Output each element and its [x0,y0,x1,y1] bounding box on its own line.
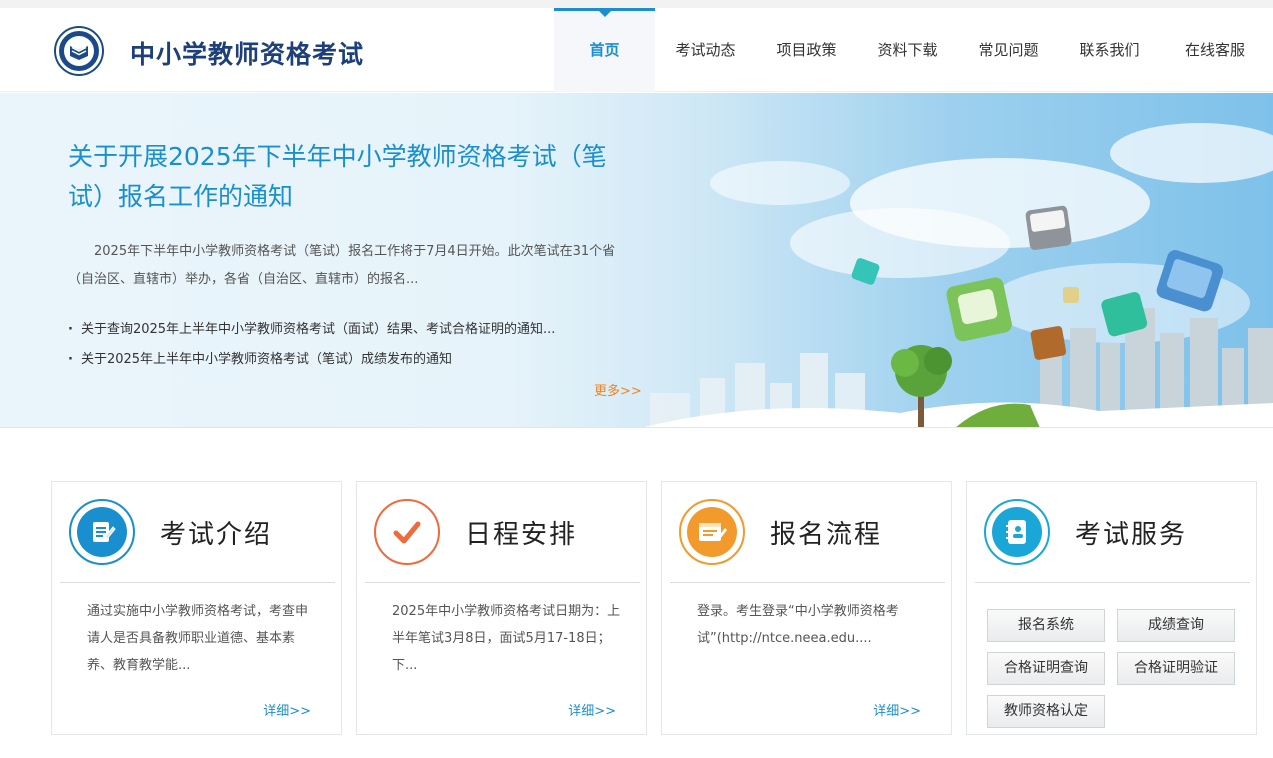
site-header: 中小学教师资格考试 首页 考试动态 项目政策 资料下载 常见问题 联系我们 在线… [0,8,1273,92]
headline-summary: 2025年下半年中小学教师资格考试（笔试）报名工作将于7月4日开始。此次笔试在3… [68,244,616,287]
card-description: 登录。考生登录“中小学教师资格考试”(http://ntce.neea.edu.… [697,604,899,646]
card-exam-intro: 考试介绍 通过实施中小学教师资格考试，考查申请人是否具备教师职业道德、基本素养、… [51,481,342,735]
registration-system-button[interactable]: 报名系统 [987,609,1105,642]
service-book-icon [984,499,1050,565]
teacher-qualification-button[interactable]: 教师资格认定 [987,695,1105,728]
nav-label: 考试动态 [675,41,736,59]
detail-link[interactable]: 详细>> [568,700,616,719]
detail-link[interactable]: 详细>> [263,700,311,719]
card-divider [365,582,640,583]
edit-document-icon [69,499,135,565]
nav-label: 首页 [589,41,620,59]
site-logo[interactable] [56,28,102,74]
checkmark-icon [374,499,440,565]
nav-faq[interactable]: 常见问题 [958,8,1059,92]
nav-downloads[interactable]: 资料下载 [857,8,958,92]
feature-cards: 考试介绍 通过实施中小学教师资格考试，考查申请人是否具备教师职业道德、基本素养、… [51,481,1257,735]
top-strip [0,0,1273,8]
card-description: 通过实施中小学教师资格考试，考查申请人是否具备教师职业道德、基本素养、教育教学能… [87,604,309,673]
news-list: 关于查询2025年上半年中小学教师资格考试（面试）结果、考试合格证明的通知...… [68,315,648,375]
certificate-query-button[interactable]: 合格证明查询 [987,652,1105,685]
card-title[interactable]: 报名流程 [770,514,882,551]
nav-exam-news[interactable]: 考试动态 [655,8,756,92]
card-exam-services: 考试服务 报名系统 成绩查询 合格证明查询 合格证明验证 教师资格认定 [966,481,1257,735]
card-description: 2025年中小学教师资格考试日期为：上半年笔试3月8日，面试5月17-18日；下… [392,604,621,673]
card-title[interactable]: 考试服务 [1075,514,1187,551]
nav-home[interactable]: 首页 [554,8,655,92]
card-title[interactable]: 日程安排 [465,514,577,551]
nav-policy[interactable]: 项目政策 [756,8,857,92]
card-divider [670,582,945,583]
news-item[interactable]: 关于2025年上半年中小学教师资格考试（笔试）成绩发布的通知 [68,345,648,375]
detail-link[interactable]: 详细>> [873,700,921,719]
nav-label: 项目政策 [776,41,837,59]
card-title[interactable]: 考试介绍 [160,514,272,551]
site-title[interactable]: 中小学教师资格考试 [130,35,364,71]
hero-banner: 关于开展2025年下半年中小学教师资格考试（笔试）报名工作的通知 2025年下半… [0,93,1273,428]
active-indicator-icon [597,10,612,17]
certificate-verify-button[interactable]: 合格证明验证 [1117,652,1235,685]
headline-news-link[interactable]: 关于开展2025年下半年中小学教师资格考试（笔试）报名工作的通知 [68,137,628,217]
registration-form-icon [679,499,745,565]
card-registration-process: 报名流程 登录。考生登录“中小学教师资格考试”(http://ntce.neea… [661,481,952,735]
score-query-button[interactable]: 成绩查询 [1117,609,1235,642]
book-emblem-icon [64,36,94,66]
more-news-link[interactable]: 更多>> [594,380,642,399]
main-nav: 首页 考试动态 项目政策 资料下载 常见问题 联系我们 在线客服 [554,8,1270,92]
nav-online-service[interactable]: 在线客服 [1160,8,1270,92]
nav-label: 常见问题 [978,41,1039,59]
nav-contact[interactable]: 联系我们 [1059,8,1160,92]
nav-label: 在线客服 [1184,41,1245,59]
nav-label: 资料下载 [877,41,938,59]
card-schedule: 日程安排 2025年中小学教师资格考试日期为：上半年笔试3月8日，面试5月17-… [356,481,647,735]
card-divider [60,582,335,583]
nav-label: 联系我们 [1079,41,1140,59]
card-divider [975,582,1250,583]
news-item[interactable]: 关于查询2025年上半年中小学教师资格考试（面试）结果、考试合格证明的通知... [68,315,648,345]
